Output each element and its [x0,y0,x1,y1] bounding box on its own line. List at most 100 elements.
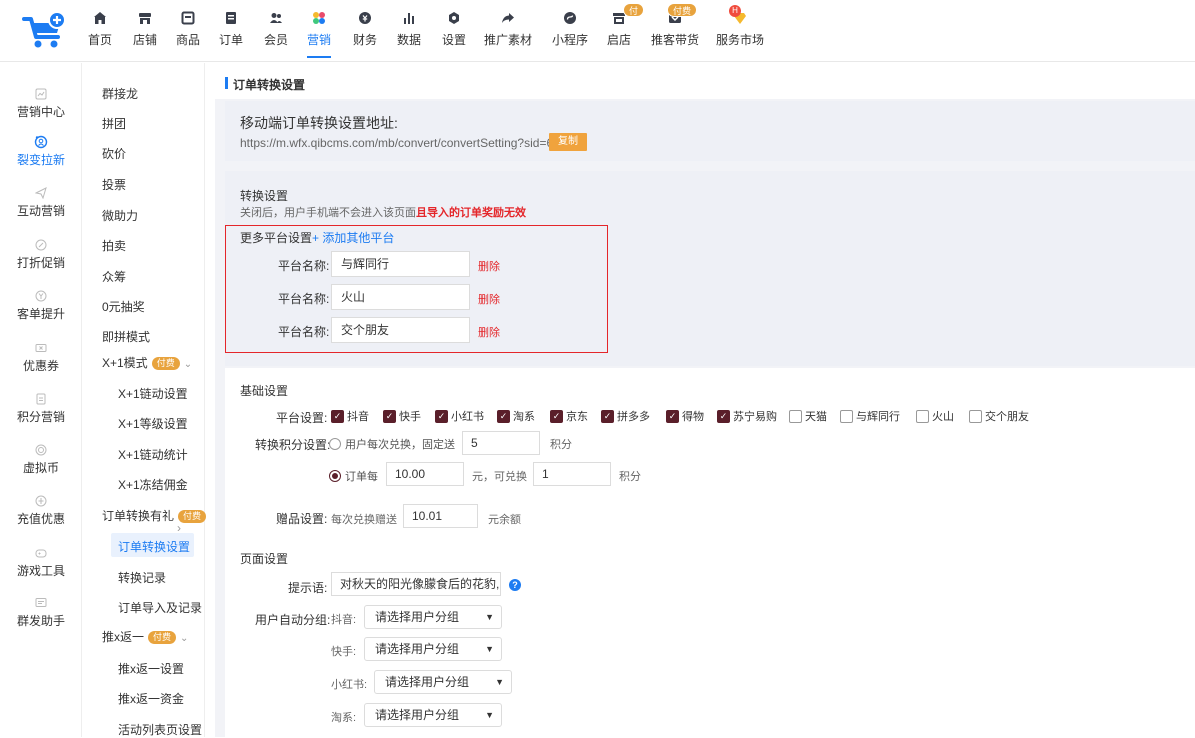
category-item[interactable]: 充值优惠 [0,494,82,527]
nav-item[interactable]: 服务市场 H [716,0,764,62]
checkbox-checked-icon[interactable]: ✓ [497,409,510,423]
platform-checkbox[interactable]: ✓ 苏宁易购 [717,408,777,424]
sub-menu-item[interactable]: 群接龙 [102,85,138,102]
checkbox-checked-icon[interactable]: ✓ [601,409,614,423]
nav-item[interactable]: 营销 [307,0,331,62]
sub-menu-item[interactable]: 转换记录 [118,569,166,586]
points-option-fixed[interactable]: 用户每次兑换，固定送 [329,436,455,452]
nav-item[interactable]: 小程序 [552,0,588,62]
sub-menu-group[interactable]: 订单转换有礼 付费 [102,507,207,524]
gift-amount-input[interactable]: 10.01 [403,504,478,528]
copy-button[interactable]: 复制 [549,133,587,151]
user-group-select[interactable]: 请选择用户分组 ▼ [364,605,502,629]
sub-menu-item[interactable]: X+1等级设置 [118,415,188,432]
nav-item[interactable]: 数据 [397,0,421,62]
platform-checkbox[interactable]: 与辉同行 [840,408,900,424]
sub-menu-item[interactable]: 砍价 [102,145,126,162]
radio-fixed[interactable] [329,438,341,450]
category-item[interactable]: 营销中心 [0,87,82,120]
platform-checkbox[interactable]: 天猫 [789,408,827,424]
nav-item[interactable]: 会员 [264,0,288,62]
order-amount-input[interactable]: 10.00 [386,462,464,486]
checkbox-checked-icon[interactable]: ✓ [383,409,396,423]
checkbox-checked-icon[interactable]: ✓ [717,409,730,423]
category-item[interactable]: 游戏工具 [0,546,82,579]
sub-menu-item[interactable]: 推x返一设置 [118,660,184,677]
category-item[interactable]: 客单提升 [0,289,82,322]
nav-item[interactable]: 启店 付费 [607,0,645,62]
user-group-select[interactable]: 请选择用户分组 ▼ [364,703,502,727]
checkbox-empty-icon[interactable] [916,409,929,423]
platform-checkbox[interactable]: ✓ 小红书 [435,408,484,424]
platform-name-input[interactable]: 交个朋友 [331,317,470,343]
sub-menu-item[interactable]: 拼团 [102,115,126,132]
radio-ratio[interactable] [329,470,341,482]
sub-menu-item[interactable]: 订单导入及记录 [118,599,202,616]
tip-input[interactable]: 对秋天的阳光像朦食后的花豹, › [331,572,501,596]
platform-checkbox[interactable]: ✓ 拼多多 [601,408,650,424]
user-group-select[interactable]: 请选择用户分组 ▼ [364,637,502,661]
category-item[interactable]: 积分营销 [0,392,82,425]
platform-checkbox[interactable]: ✓ 京东 [550,408,588,424]
category-item[interactable]: 打折促销 [0,238,82,271]
delete-platform-button[interactable]: 删除 [478,324,500,340]
category-item[interactable]: 优惠券 [0,341,82,374]
category-item[interactable]: 虚拟币 [0,443,82,476]
platform-name-input[interactable]: 与辉同行 [331,251,470,277]
sub-menu-item[interactable]: 投票 [102,176,126,193]
platform-checkbox[interactable]: ✓ 得物 [666,408,704,424]
sub-menu-item[interactable]: 众筹 [102,268,126,285]
nav-item[interactable]: 店铺 [133,0,157,62]
sub-menu-item[interactable]: X+1链动设置 [118,385,188,402]
user-group-select[interactable]: 请选择用户分组 ▼ [374,670,512,694]
help-icon[interactable]: ? [509,579,521,591]
platform-checkbox-label: 京东 [566,411,588,423]
sub-menu-item[interactable]: 拍卖 [102,237,126,254]
sub-menu-item[interactable]: X+1冻结佣金 [118,476,188,493]
nav-item[interactable]: 推广素材 [484,0,532,62]
sub-menu-item[interactable]: 即拼模式 [102,328,150,345]
platform-checkbox[interactable]: 火山 [916,408,954,424]
checkbox-checked-icon[interactable]: ✓ [550,409,563,423]
sub-menu-item[interactable]: 推x返一资金 [118,690,184,707]
nav-item[interactable]: 首页 [88,0,112,62]
checkbox-checked-icon[interactable]: ✓ [331,409,344,423]
sub-menu-item[interactable]: X+1链动统计 [118,446,188,463]
platform-name-input[interactable]: 火山 [331,284,470,310]
checkbox-empty-icon[interactable] [969,409,982,423]
sub-menu-item-active[interactable]: 订单转换设置 [111,533,194,557]
nav-item[interactable]: 财务 [353,0,377,62]
sub-menu-group[interactable]: X+1模式 付费 ⌄ [102,354,192,371]
sub-menu-item[interactable]: 活动列表页设置 [118,721,202,738]
nav-label: 营销 [307,33,332,47]
nav-item[interactable]: 设置 [442,0,466,62]
add-platform-link[interactable]: + 添加其他平台 [312,229,394,246]
platform-checkbox[interactable]: ✓ 抖音 [331,408,369,424]
checkbox-empty-icon[interactable] [789,409,802,423]
logo-cart-icon[interactable] [22,11,68,51]
checkbox-checked-icon[interactable]: ✓ [435,409,448,423]
nav-item[interactable]: 订单 [219,0,243,62]
chevron-down-icon[interactable]: ⌄ [180,633,188,644]
checkbox-empty-icon[interactable] [840,409,853,423]
points-option-ratio[interactable]: 订单每 [329,468,378,484]
sub-menu-group[interactable]: 推x返一 付费 ⌄ [102,628,188,645]
platform-checkbox[interactable]: 交个朋友 [969,408,1029,424]
platform-checkbox[interactable]: ✓ 快手 [383,408,421,424]
ratio-points-input[interactable]: 1 [533,462,611,486]
category-label: 优惠券 [22,359,59,373]
nav-item[interactable]: 商品 [176,0,200,62]
platform-checkbox[interactable]: ✓ 淘系 [497,408,535,424]
sub-menu-item[interactable]: 0元抽奖 [102,298,145,315]
category-item[interactable]: 裂变拉新 [0,135,82,168]
nav-item[interactable]: 推客带货 付费 [651,0,699,62]
sub-menu-item[interactable]: 微助力 [102,207,138,224]
delete-platform-button[interactable]: 删除 [478,258,500,274]
category-item[interactable]: 互动营销 [0,186,82,219]
delete-platform-button[interactable]: 删除 [478,291,500,307]
chevron-down-icon[interactable]: ⌄ [184,359,192,370]
fixed-points-input[interactable]: 5 [462,431,540,455]
checkbox-checked-icon[interactable]: ✓ [666,409,679,423]
category-item[interactable]: 群发助手 [0,596,82,629]
chart-icon [34,87,48,101]
